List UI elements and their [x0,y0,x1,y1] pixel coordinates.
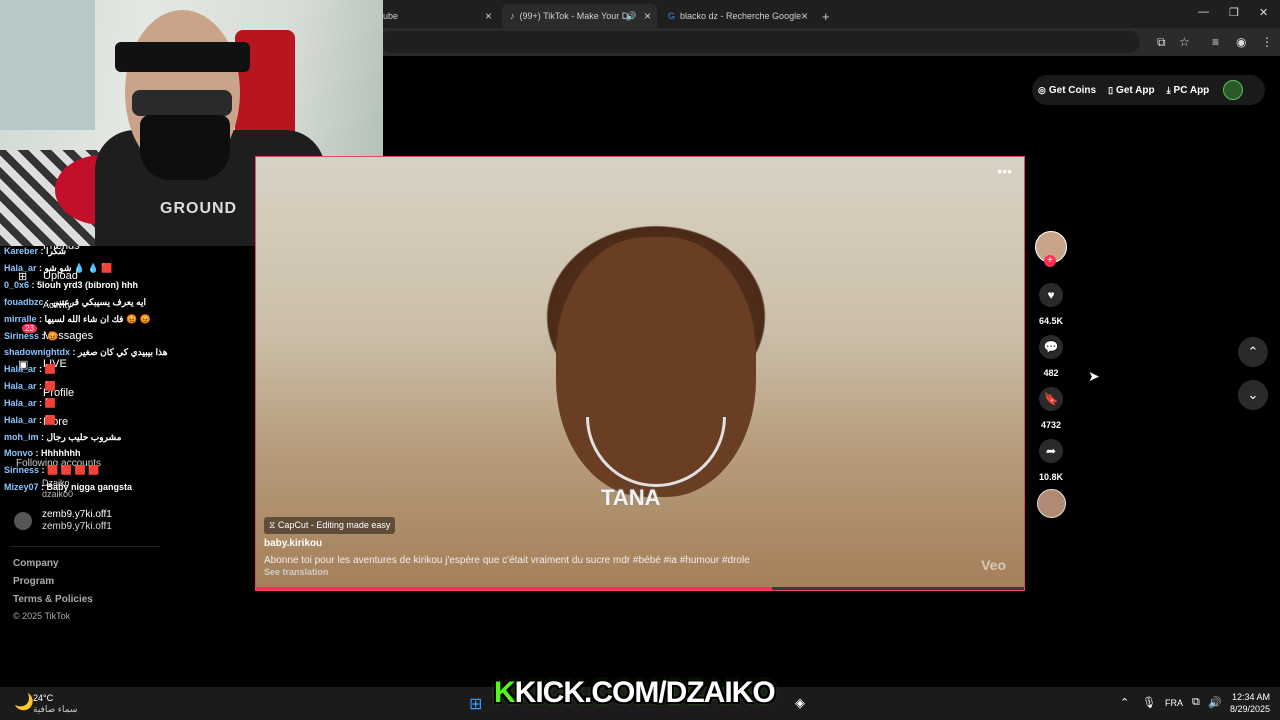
chat-message: moh_im : مشروب حليب رجال [4,432,122,442]
chevron-down-icon: ⌄ [1247,387,1259,402]
sunglasses [132,90,232,116]
tab-tiktok[interactable]: ♪ (99+) TikTok - Make Your Da 🔊 × [502,4,657,28]
tiktok-header-actions: ◎ Get Coins ▯ Get App ⤓ PC App [1032,75,1265,105]
new-tab-button[interactable]: + [822,4,830,28]
video-progress-bar[interactable] [256,587,1024,590]
microphone-icon[interactable]: 🎙 [1142,696,1156,709]
close-window-icon[interactable]: ✕ [1259,6,1268,19]
previous-video-button[interactable]: ⌃ [1238,337,1268,367]
save-button[interactable]: 🔖 [1039,387,1063,411]
tab-youtube[interactable]: ube × [383,4,498,28]
restore-icon[interactable]: ❐ [1229,6,1239,19]
footer-program-link[interactable]: Program [13,576,54,587]
video-author[interactable]: baby.kirikou [264,538,322,549]
capcut-icon: ⧖ [269,520,276,530]
divider [10,546,160,547]
copyright: © 2025 TikTok [13,611,71,621]
save-count: 4732 [1040,420,1062,430]
weather-icon: 🌙 [14,694,34,711]
account-avatar[interactable] [14,512,32,530]
chat-message: shadownightdx : هذا بيبيدي كي كان صغير [4,347,168,357]
like-count: 64.5K [1038,316,1064,326]
shirt-print: GROUND [160,200,238,217]
account-name[interactable]: zemb9.y7ki.off1 [42,509,112,520]
clock-date[interactable]: 8/29/2025 [1222,704,1270,714]
chat-message: Hala_ar : شو شو 💧 💧 🟥 [4,263,113,273]
comment-button[interactable]: 💬 [1039,335,1063,359]
chat-message: 0_0x6 : 5louh yrd3 (bibron) hhh [4,280,139,290]
google-favicon-icon: G [668,11,676,21]
chat-message: Hala_ar : 🟥 [4,398,56,408]
address-bar[interactable] [380,31,1140,53]
next-video-button[interactable]: ⌄ [1238,380,1268,410]
language-indicator[interactable]: FRA [1165,698,1183,708]
network-icon[interactable]: ⧉ [1192,696,1200,709]
chat-message: Hala_ar : 🟥 [4,415,56,425]
weather-temp[interactable]: 24°C [33,693,53,703]
footer-terms-link[interactable]: Terms & Policies [13,594,93,605]
volume-icon[interactable]: 🔊 [1208,696,1222,709]
profile-icon[interactable]: ◉ [1236,35,1246,49]
share-button[interactable]: ➦ [1039,439,1063,463]
user-avatar[interactable] [1223,80,1244,100]
heart-icon: ♥ [1047,288,1055,302]
chevron-up-icon: ⌃ [1247,344,1259,359]
chat-message: Siriness : 🟥 🟥 🟥 🟥 [4,465,100,475]
menu-dots-icon[interactable]: ⋮ [1261,35,1273,49]
face-mask [140,115,230,180]
sidebar: Friends ⊞ Upload Activity 23 Messages ▣ … [0,240,255,686]
kick-channel-overlay: KKICK.COM/DZAIKO [494,676,776,709]
phone-icon: ▯ [1108,84,1114,95]
get-coins-button[interactable]: ◎ Get Coins [1032,85,1102,96]
capcut-tag[interactable]: ⧖ CapCut - Editing made easy [264,517,396,534]
tray-expand-icon[interactable]: ⌃ [1120,696,1129,709]
coin-icon: ◎ [1038,84,1046,95]
bookmark-icon: 🔖 [1043,392,1059,406]
media-control-icon[interactable]: ≡ [1212,35,1219,49]
download-icon: ⤓ [1166,84,1171,95]
chat-message: Kareber : شكرا [4,246,67,256]
bookmark-star-icon[interactable]: ☆ [1179,35,1190,49]
close-tab-icon[interactable]: × [485,9,492,23]
bandana [115,42,250,72]
weather-desc: سماء صافية [33,704,78,714]
tiktok-favicon-icon: ♪ [510,11,515,21]
comment-count: 482 [1043,368,1059,378]
mouse-cursor-icon: ➤ [1088,368,1100,384]
share-icon: ➦ [1045,444,1057,458]
cast-icon[interactable]: ⧉ [1157,35,1166,50]
video-player[interactable]: TANA ••• ⧖ CapCut - Editing made easy ba… [255,156,1025,591]
chat-message: Hala_ar : 🟥 [4,364,56,374]
clock-time[interactable]: 12:34 AM [1230,692,1270,702]
chat-message: mirralle : فك ان شاء الله لسيها 😡 😡 [4,314,151,324]
footer-company-link[interactable]: Company [13,558,59,569]
chain-pendant: TANA [601,485,661,510]
chat-message: Mizey07 : Baby nigga gangsta [4,482,133,492]
more-options-icon[interactable]: ••• [997,163,1012,179]
chat-message: Siriness : 😡 [4,331,59,341]
video-description: Abonne toi pour les aventures de kirikou… [264,555,750,566]
comment-icon: 💬 [1043,340,1059,354]
get-app-button[interactable]: ▯ Get App [1102,85,1160,96]
close-tab-icon[interactable]: × [644,9,651,23]
veo-watermark: Veo [981,557,1006,573]
windows-start-icon[interactable]: ⊞ [469,694,482,714]
window-background [0,0,95,130]
chat-message: Hala_ar : 🟥 [4,381,56,391]
music-disc-avatar[interactable] [1037,489,1066,518]
speaker-icon[interactable]: 🔊 [626,11,637,22]
tab-google[interactable]: G blacko dz - Recherche Google × [662,4,814,28]
chat-message: Monvo : Hhhhhhh [4,448,81,458]
steam-icon[interactable]: ◈ [795,695,805,711]
follow-plus-icon[interactable]: + [1044,255,1056,267]
chat-message: fouadbzc : ايه يعرف يسيبكي قرعتني [4,297,146,307]
pc-app-button[interactable]: ⤓ PC App [1161,85,1216,96]
close-tab-icon[interactable]: × [801,9,808,23]
share-count: 10.8K [1038,472,1064,482]
minimize-icon[interactable]: — [1198,6,1209,18]
video-progress-fill [256,587,772,590]
like-button[interactable]: ♥ [1039,283,1063,307]
see-translation-link[interactable]: See translation [264,567,329,577]
account-handle[interactable]: zemb9.y7ki.off1 [42,521,112,532]
